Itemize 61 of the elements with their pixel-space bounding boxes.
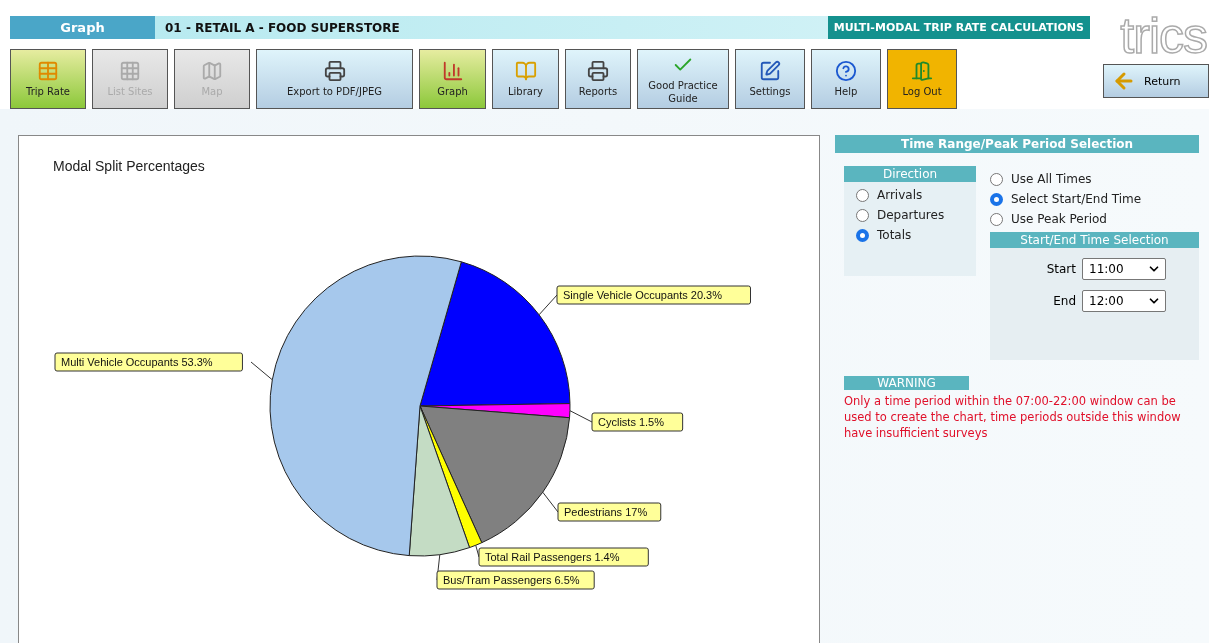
radio-button[interactable]: [990, 172, 1003, 186]
site-title: 01 - RETAIL A - FOOD SUPERSTORE: [164, 20, 400, 35]
field-label: Start: [1046, 262, 1076, 276]
toolbar-button[interactable]: Graph: [419, 49, 486, 109]
printer-icon: [323, 60, 346, 82]
leader-line: [538, 294, 558, 316]
printer-icon: [587, 60, 609, 82]
slice-label: Cyclists 1.5%: [598, 416, 665, 428]
toolbar-button[interactable]: Reports: [565, 49, 631, 109]
bar-chart-icon: [441, 60, 464, 82]
time-mode-option[interactable]: Use Peak Period: [990, 212, 1199, 226]
panel-header: Time Range/Peak Period Selection: [835, 135, 1199, 153]
slice-label: Multi Vehicle Occupants 53.3%: [61, 356, 213, 368]
direction-header: Direction: [844, 166, 976, 182]
map-icon: [201, 60, 223, 82]
radio-button[interactable]: [856, 208, 869, 222]
time-select[interactable]: 12:00: [1082, 290, 1166, 312]
toolbar-button[interactable]: Good Practice Guide: [637, 49, 729, 109]
table-icon: [37, 60, 59, 82]
field-label: End: [1053, 294, 1076, 308]
toolbar-button[interactable]: Settings: [735, 49, 805, 109]
data-label: Multi Vehicle Occupants 53.3%: [54, 352, 243, 372]
slice-label: Pedestrians 17%: [564, 506, 648, 518]
return-button[interactable]: Return: [1103, 64, 1209, 98]
pen-square-icon: [759, 60, 781, 82]
toolbar-button[interactable]: Trip Rate: [10, 49, 86, 109]
radio-button[interactable]: [990, 192, 1003, 206]
warning-header: WARNING: [844, 376, 969, 390]
data-label: Cyclists 1.5%: [591, 412, 684, 432]
chart-title: Modal Split Percentages: [53, 158, 205, 174]
data-label: Total Rail Passengers 1.4%: [478, 547, 649, 567]
direction-option[interactable]: Arrivals: [856, 188, 976, 202]
logo: trics: [1120, 8, 1207, 64]
data-label: Bus/Tram Passengers 6.5%: [436, 570, 595, 590]
leader-line: [250, 361, 273, 381]
warning-text: Only a time period within the 07:00-22:00 window can be used to create the chart, time periods outside this window have insufficient surveys: [844, 393, 1182, 442]
toolbar-button[interactable]: Export to PDF/JPEG: [256, 49, 413, 109]
time-select[interactable]: 11:00: [1082, 258, 1166, 280]
radio-button[interactable]: [856, 188, 869, 202]
data-label: Single Vehicle Occupants 20.3%: [556, 285, 751, 305]
leader-line: [542, 491, 559, 513]
door-icon: [911, 60, 933, 82]
radio-button[interactable]: [990, 212, 1003, 226]
slice-label: Bus/Tram Passengers 6.5%: [443, 574, 580, 586]
selection-header: Start/End Time Selection: [990, 232, 1199, 248]
time-mode-option[interactable]: Select Start/End Time: [990, 192, 1199, 206]
leader-line: [569, 410, 593, 423]
toolbar-button[interactable]: Log Out: [887, 49, 957, 109]
slice-label: Single Vehicle Occupants 20.3%: [563, 289, 723, 301]
time-mode-option[interactable]: Use All Times: [990, 172, 1199, 186]
help-icon: [835, 60, 857, 82]
direction-option[interactable]: Totals: [856, 228, 976, 242]
calculation-banner: MULTI-MODAL TRIP RATE CALCULATIONS: [827, 16, 1090, 39]
radio-button[interactable]: [856, 228, 869, 242]
toolbar-button[interactable]: Library: [492, 49, 559, 109]
slice-label: Total Rail Passengers 1.4%: [485, 551, 620, 563]
grid-icon: [119, 60, 141, 82]
direction-option[interactable]: Departures: [856, 208, 976, 222]
book-icon: [514, 60, 537, 82]
toolbar-button[interactable]: Help: [811, 49, 881, 109]
data-label: Pedestrians 17%: [557, 502, 662, 522]
